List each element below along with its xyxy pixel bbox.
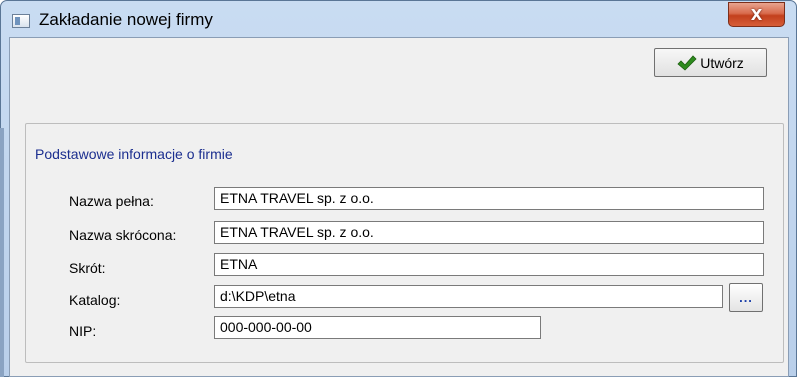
window-title: Zakładanie nowej firmy [39,10,213,29]
abbreviation-label: Skrót: [69,260,106,276]
browse-catalog-button[interactable]: ... [729,283,763,312]
full-name-field[interactable]: ETNA TRAVEL sp. z o.o. [214,187,764,210]
create-button-label: Utwórz [700,54,744,71]
full-name-label: Nazwa pełna: [69,193,154,209]
close-icon: X [750,5,763,24]
group-title: Podstawowe informacje o firmie [35,146,233,162]
checkmark-icon [677,54,697,71]
short-name-field[interactable]: ETNA TRAVEL sp. z o.o. [214,221,764,244]
catalog-field[interactable]: d:\KDP\etna [214,285,723,308]
left-frame-edge [0,128,4,377]
close-button[interactable]: X [728,2,785,27]
short-name-label: Nazwa skrócona: [69,227,177,243]
nip-field[interactable]: 000-000-00-00 [214,316,541,339]
catalog-label: Katalog: [69,292,121,308]
app-window-icon [12,14,30,28]
nip-label: NIP: [69,323,97,339]
create-button[interactable]: Utwórz [654,48,767,77]
abbreviation-field[interactable]: ETNA [214,253,764,276]
title-bar[interactable]: Zakładanie nowej firmy X [1,1,797,39]
